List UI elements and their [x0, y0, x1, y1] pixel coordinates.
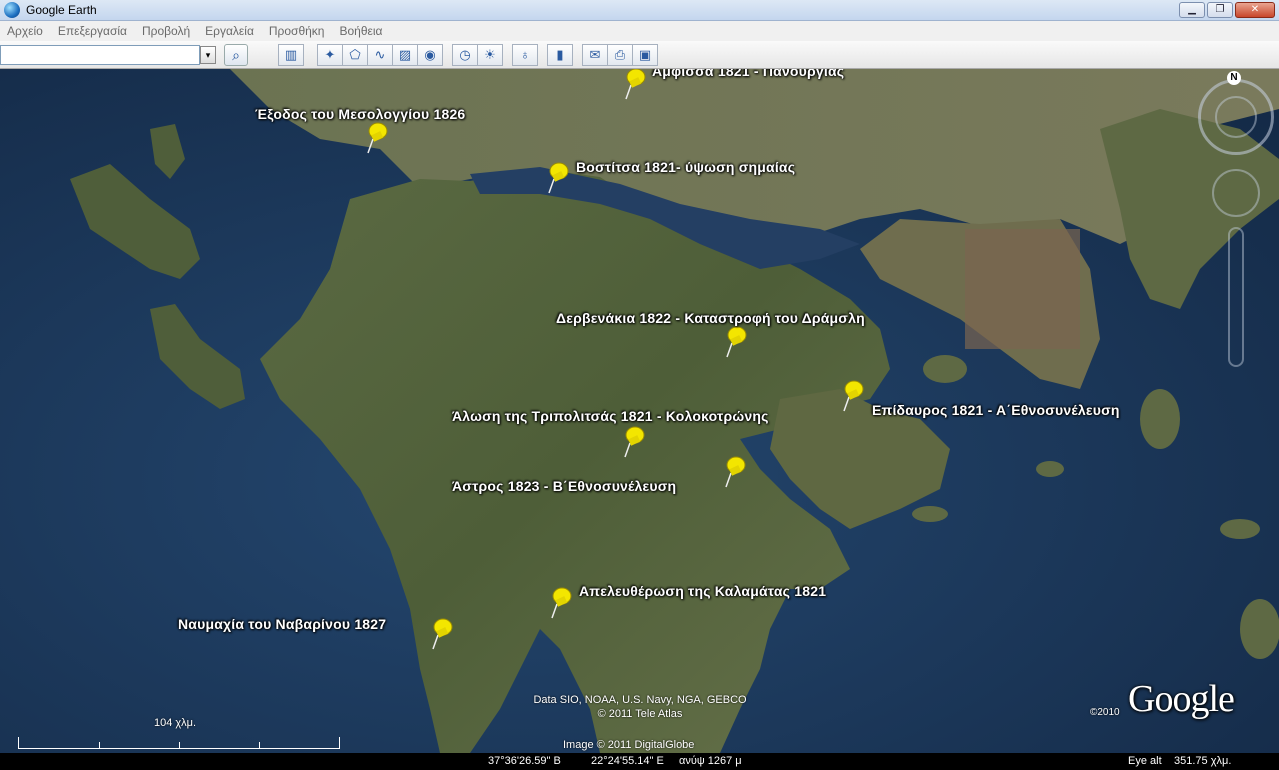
restore-button[interactable]: ❐ — [1207, 2, 1233, 18]
pushpin-icon[interactable] — [723, 325, 749, 359]
attribution-line-2: © 2011 Tele Atlas — [597, 708, 683, 720]
menu-tools[interactable]: Εργαλεία — [198, 24, 262, 38]
data-attribution: Data SIO, NOAA, U.S. Navy, NGA, GEBCO © … — [500, 693, 780, 721]
menu-bar: Αρχείο Επεξεργασία Προβολή Εργαλεία Προσ… — [0, 21, 1279, 41]
elevation-readout: ανύψ 1267 μ — [679, 755, 742, 767]
save-image-icon[interactable]: ▣ — [632, 43, 658, 66]
scale-bar: 104 χλμ. — [18, 717, 340, 749]
toolbar: ▾ ⌕ ▥ ✦ ⬠ ∿ ▨ ◉ ◷ ☀ ♁ ▮ ✉ ⎙ ▣ — [0, 41, 1279, 69]
compass-ring[interactable] — [1198, 79, 1274, 155]
window-controls: ▁ ❐ ✕ — [1179, 2, 1275, 18]
latitude-readout: 37°36'26.59" B — [488, 755, 561, 767]
placemark-label[interactable]: Ναυμαχία του Ναβαρίνου 1827 — [178, 616, 386, 632]
placemark-label[interactable]: Δερβενάκια 1822 - Καταστροφή του Δράμσλη — [556, 310, 865, 326]
search-dropdown-icon[interactable]: ▾ — [200, 45, 216, 64]
imagery-credit: Image © 2011 DigitalGlobe — [563, 739, 695, 751]
sidebar-toggle-icon[interactable]: ▥ — [278, 43, 304, 66]
pushpin-icon[interactable] — [622, 69, 648, 101]
historical-imagery-icon[interactable]: ◷ — [452, 43, 478, 66]
sunlight-icon[interactable]: ☀ — [477, 43, 503, 66]
print-icon[interactable]: ⎙ — [607, 43, 633, 66]
eye-altitude-value: 351.75 χλμ. — [1174, 755, 1232, 767]
menu-add[interactable]: Προσθήκη — [262, 24, 333, 38]
placemark-label[interactable]: Επίδαυρος 1821 - Α΄Εθνοσυνέλευση — [872, 402, 1120, 418]
move-joystick-icon[interactable] — [1212, 169, 1260, 217]
placemark-label[interactable]: Άλωση της Τριπολιτσάς 1821 - Κολοκοτρώνη… — [452, 408, 769, 424]
google-earth-app-icon — [4, 2, 20, 18]
minimize-button[interactable]: ▁ — [1179, 2, 1205, 18]
pushpin-icon[interactable] — [429, 617, 455, 651]
ruler-icon[interactable]: ▮ — [547, 43, 573, 66]
add-path-icon[interactable]: ∿ — [367, 43, 393, 66]
title-bar: Google Earth ▁ ❐ ✕ — [0, 0, 1279, 21]
record-tour-icon[interactable]: ◉ — [417, 43, 443, 66]
status-bar: 37°36'26.59" B 22°24'55.14" E ανύψ 1267 … — [0, 753, 1279, 770]
longitude-readout: 22°24'55.14" E — [591, 755, 664, 767]
google-logo: Google — [1128, 678, 1235, 720]
window-title: Google Earth — [26, 3, 97, 17]
logo-year: ©2010 — [1090, 707, 1120, 718]
menu-view[interactable]: Προβολή — [135, 24, 198, 38]
search-input[interactable] — [0, 44, 200, 65]
scale-label: 104 χλμ. — [154, 717, 197, 729]
planets-icon[interactable]: ♁ — [512, 43, 538, 66]
navigation-controls: N — [1196, 71, 1276, 375]
add-placemark-icon[interactable]: ✦ — [317, 43, 343, 66]
placemark-label[interactable]: Άστρος 1823 - Β΄Εθνοσυνέλευση — [452, 478, 676, 494]
add-polygon-icon[interactable]: ⬠ — [342, 43, 368, 66]
look-joystick-icon[interactable] — [1215, 96, 1257, 138]
earth-map-view[interactable]: Αμφισσα 1821 - Πανουργιάς Έξοδος του Μεσ… — [0, 69, 1279, 753]
placemark-label[interactable]: Απελευθέρωση της Καλαμάτας 1821 — [579, 583, 826, 599]
close-button[interactable]: ✕ — [1235, 2, 1275, 18]
image-overlay-icon[interactable]: ▨ — [392, 43, 418, 66]
menu-file[interactable]: Αρχείο — [0, 24, 51, 38]
placemark-label[interactable]: Αμφισσα 1821 - Πανουργιάς — [652, 69, 844, 79]
pushpin-icon[interactable] — [621, 425, 647, 459]
placemark-label[interactable]: Έξοδος του Μεσολογγίου 1826 — [255, 106, 465, 122]
search-icon[interactable]: ⌕ — [224, 43, 248, 66]
pushpin-icon[interactable] — [545, 161, 571, 195]
pushpin-icon[interactable] — [840, 379, 866, 413]
pushpin-icon[interactable] — [548, 586, 574, 620]
placemark-label[interactable]: Βοστίτσα 1821- ύψωση σημαίας — [576, 159, 795, 175]
menu-edit[interactable]: Επεξεργασία — [51, 24, 135, 38]
north-indicator[interactable]: N — [1227, 71, 1241, 85]
attribution-line-1: Data SIO, NOAA, U.S. Navy, NGA, GEBCO — [533, 694, 747, 706]
pushpin-icon[interactable] — [722, 455, 748, 489]
pushpin-icon[interactable] — [364, 121, 390, 155]
scale-line — [18, 737, 340, 749]
zoom-slider[interactable] — [1228, 227, 1244, 367]
eye-altitude-label: Eye alt — [1128, 755, 1162, 767]
menu-help[interactable]: Βοήθεια — [332, 24, 390, 38]
email-icon[interactable]: ✉ — [582, 43, 608, 66]
